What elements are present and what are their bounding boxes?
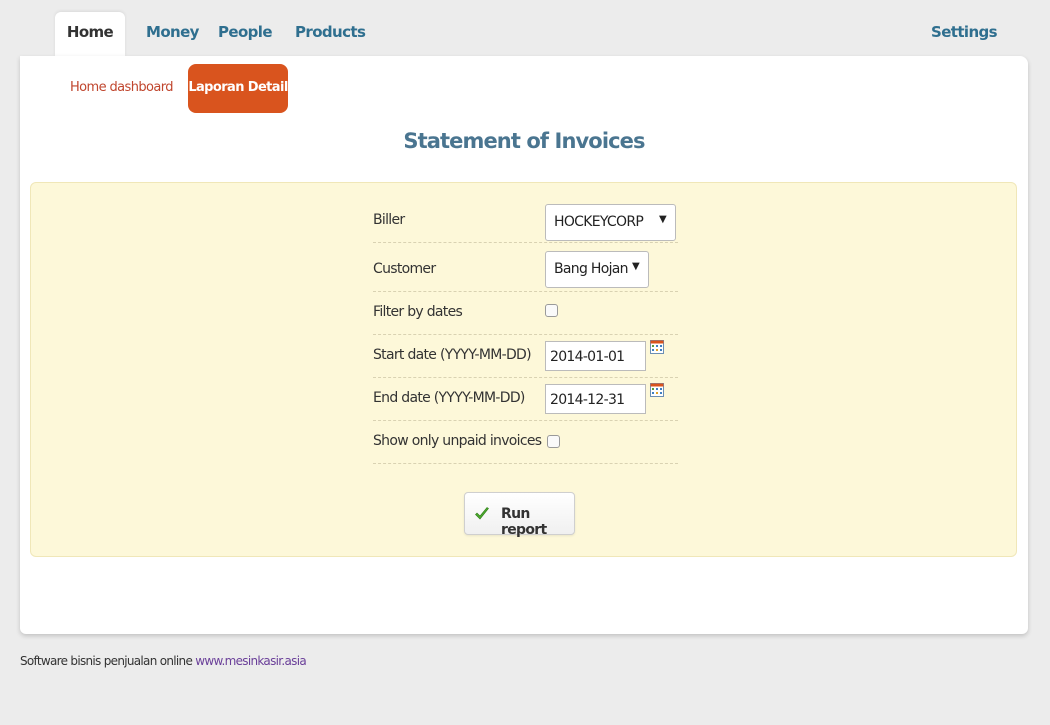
- report-form: Biller HOCKEYCORP ▼ Customer Bang Hojan …: [30, 182, 1017, 557]
- caret-down-icon: ▼: [659, 214, 667, 225]
- end-date-label: End date (YYYY-MM-DD): [373, 390, 525, 406]
- customer-value: Bang Hojan: [554, 261, 629, 277]
- tab-products[interactable]: Products: [295, 12, 366, 57]
- unpaid-label: Show only unpaid invoices: [373, 433, 542, 449]
- subnav-home-dashboard[interactable]: Home dashboard: [70, 80, 174, 95]
- unpaid-row: Show only unpaid invoices: [373, 421, 678, 464]
- start-date-label: Start date (YYYY-MM-DD): [373, 347, 532, 363]
- footer-text: Software bisnis penjualan online: [20, 654, 193, 668]
- run-report-label: Run report: [501, 506, 547, 538]
- start-date-input[interactable]: 2014-01-01: [545, 341, 646, 371]
- subnav-laporan-detail[interactable]: Laporan Detail: [188, 64, 288, 113]
- tab-home[interactable]: Home: [55, 12, 125, 57]
- end-date-input[interactable]: 2014-12-31: [545, 384, 646, 414]
- calendar-icon[interactable]: [650, 340, 664, 354]
- footer-link[interactable]: www.mesinkasir.asia: [195, 654, 306, 668]
- customer-select[interactable]: Bang Hojan ▼: [545, 251, 649, 288]
- biller-label: Biller: [373, 212, 405, 228]
- tab-settings[interactable]: Settings: [931, 12, 998, 57]
- end-date-row: End date (YYYY-MM-DD) 2014-12-31: [373, 378, 678, 421]
- filter-dates-checkbox[interactable]: [545, 304, 558, 317]
- caret-down-icon: ▼: [632, 261, 640, 272]
- footer: Software bisnis penjualan online www.mes…: [20, 654, 307, 668]
- biller-value: HOCKEYCORP: [554, 214, 644, 230]
- run-report-button[interactable]: Run report: [464, 492, 575, 538]
- biller-row: Biller HOCKEYCORP ▼: [373, 200, 678, 243]
- checkmark-icon: [475, 507, 489, 520]
- main-panel: Home dashboard Laporan Detail Statement …: [20, 56, 1028, 634]
- top-navigation: Home Money People Products Settings: [0, 0, 1050, 57]
- start-date-row: Start date (YYYY-MM-DD) 2014-01-01: [373, 335, 678, 378]
- tab-money[interactable]: Money: [146, 12, 199, 57]
- calendar-icon[interactable]: [650, 383, 664, 397]
- biller-select[interactable]: HOCKEYCORP ▼: [545, 204, 676, 241]
- unpaid-checkbox[interactable]: [547, 435, 560, 448]
- customer-row: Customer Bang Hojan ▼: [373, 249, 678, 292]
- customer-label: Customer: [373, 261, 436, 277]
- page-title: Statement of Invoices: [403, 129, 645, 153]
- filter-dates-row: Filter by dates: [373, 292, 678, 335]
- filter-dates-label: Filter by dates: [373, 304, 463, 320]
- tab-people[interactable]: People: [218, 12, 273, 57]
